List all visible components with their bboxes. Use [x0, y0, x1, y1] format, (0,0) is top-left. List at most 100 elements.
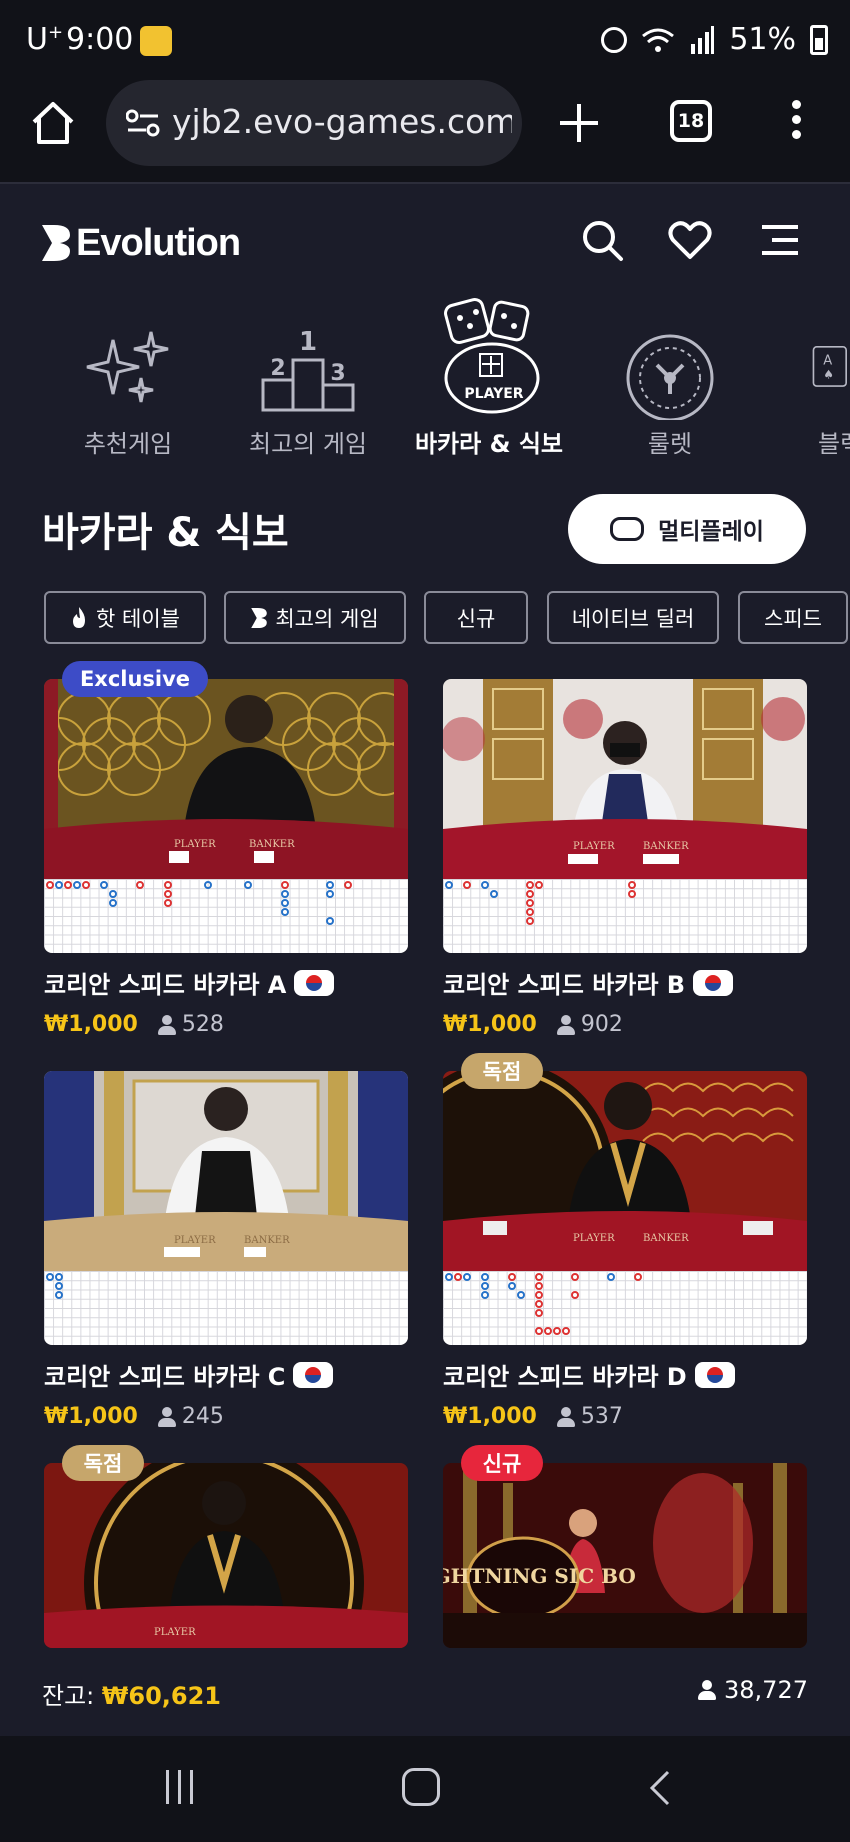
more-menu-icon[interactable] — [790, 100, 804, 146]
game-card-a[interactable]: PLAYER BANKER 코리안 스피드 바카라 A ₩1,000 528 — [44, 679, 408, 1037]
svg-text:PLAYER: PLAYER — [174, 839, 216, 850]
battery-percent: 51% — [729, 22, 796, 57]
category-label: 바카라 & 식보 — [414, 430, 564, 458]
game-player-count: 902 — [556, 1012, 623, 1037]
category-label: 룰렛 — [647, 430, 693, 458]
svg-text:PLAYER: PLAYER — [573, 841, 615, 852]
dice-player-icon: PLAYER — [444, 298, 540, 414]
category-recommended[interactable]: 추천게임 — [43, 290, 213, 459]
browser-toolbar: yjb2.evo-games.com 18 — [0, 80, 850, 184]
multiplay-icon — [610, 517, 645, 541]
category-label: 추천게임 — [83, 430, 173, 458]
site-settings-icon[interactable] — [126, 108, 160, 138]
category-top-games[interactable]: 1 2 3 최고의 게임 — [223, 290, 393, 459]
total-players: 38,727 — [698, 1676, 808, 1704]
home-icon[interactable] — [28, 98, 78, 148]
korea-flag-icon — [694, 1361, 735, 1388]
game-title[interactable]: 코리안 스피드 바카라 C — [44, 1357, 408, 1392]
person-icon — [157, 1014, 176, 1035]
dealer-scene: PLAYER BANKER — [443, 679, 807, 879]
game-meta: ₩1,000 245 — [44, 1404, 408, 1429]
chip-speed[interactable]: 스피드 — [738, 591, 848, 644]
multiplay-label: 멀티플레이 — [658, 519, 764, 545]
game-card-e[interactable]: PLAYER — [44, 1463, 408, 1648]
game-title[interactable]: 코리안 스피드 바카라 B — [443, 965, 807, 1000]
hamburger-menu-icon[interactable] — [760, 224, 800, 256]
roulette-icon — [626, 334, 714, 420]
game-player-count: 537 — [556, 1404, 623, 1429]
game-thumbnail[interactable]: PLAYER — [44, 1463, 408, 1648]
person-icon — [556, 1014, 575, 1035]
game-min-bet: ₩1,000 — [44, 1404, 138, 1429]
chip-label: 스피드 — [764, 606, 822, 631]
bead-road-board — [44, 879, 408, 953]
chip-hot-tables[interactable]: 핫 테이블 — [44, 591, 206, 644]
svg-text:BANKER: BANKER — [643, 841, 689, 852]
evolution-logo[interactable]: Evolution — [42, 218, 241, 268]
logo-text: Evolution — [76, 221, 241, 264]
chip-new[interactable]: 신규 — [424, 591, 528, 644]
game-meta: ₩1,000 528 — [44, 1012, 408, 1037]
game-min-bet: ₩1,000 — [44, 1012, 138, 1037]
chip-label: 네이티브 딜러 — [571, 606, 695, 631]
category-roulette[interactable]: 룰렛 — [585, 290, 755, 459]
game-title[interactable]: 코리안 스피드 바카라 A — [44, 965, 408, 1000]
game-card-f[interactable]: LIGHTNING SIC BO — [443, 1463, 807, 1648]
lightning-sicbo-scene: LIGHTNING SIC BO — [443, 1463, 807, 1648]
svg-text:1: 1 — [299, 327, 317, 357]
favorites-heart-icon[interactable] — [668, 220, 712, 260]
signal-icon — [691, 25, 715, 54]
recent-apps-icon[interactable] — [166, 1770, 200, 1804]
exclusive-badge: Exclusive — [62, 661, 208, 697]
tab-switcher-button[interactable]: 18 — [670, 100, 712, 142]
exclusive-badge: 독점 — [461, 1053, 543, 1089]
category-label: 블랙 — [818, 430, 850, 458]
chip-native-dealer[interactable]: 네이티브 딜러 — [547, 591, 719, 644]
chip-label: 신규 — [456, 606, 496, 631]
podium-icon: 1 2 3 — [261, 327, 355, 412]
new-tab-icon[interactable] — [556, 100, 602, 146]
clock: 9:00 — [66, 22, 134, 57]
dealer-scene: PLAYER BANKER — [44, 1071, 408, 1271]
dealer-scene: PLAYER BANKER — [443, 1071, 807, 1271]
balance-value: ₩60,621 — [101, 1682, 221, 1710]
carrier-label: U+ — [26, 22, 64, 57]
battery-icon — [810, 24, 828, 55]
person-icon — [556, 1406, 575, 1427]
url-text[interactable]: yjb2.evo-games.com — [172, 102, 512, 141]
wifi-icon — [642, 28, 675, 52]
chip-top-games[interactable]: 최고의 게임 — [224, 591, 406, 644]
balance-bar: 잔고: ₩60,621 38,727 — [0, 1648, 850, 1732]
evolution-mark-icon — [42, 225, 70, 261]
bead-road-board — [443, 1271, 807, 1345]
svg-text:BANKER: BANKER — [249, 839, 295, 850]
category-blackjack[interactable]: A ♠ 블랙 — [766, 290, 850, 459]
korea-flag-icon — [294, 969, 335, 996]
address-bar[interactable]: yjb2.evo-games.com — [106, 80, 522, 166]
game-card-d[interactable]: PLAYER BANKER 코리안 스피드 바카라 D ₩1,000 537 — [443, 1071, 807, 1429]
exclusive-badge: 독점 — [62, 1445, 144, 1481]
person-icon — [157, 1406, 176, 1427]
category-baccarat-sicbo[interactable]: PLAYER 바카라 & 식보 — [404, 290, 574, 459]
game-title[interactable]: 코리안 스피드 바카라 D — [443, 1357, 807, 1392]
korea-flag-icon — [293, 1361, 334, 1388]
svg-text:♠: ♠ — [823, 367, 834, 381]
game-meta: ₩1,000 537 — [443, 1404, 807, 1429]
search-icon[interactable] — [580, 218, 624, 262]
game-thumbnail[interactable]: PLAYER BANKER — [44, 1071, 408, 1345]
game-thumbnail[interactable]: PLAYER BANKER — [443, 679, 807, 953]
evolution-mark-icon — [251, 607, 268, 628]
sparkles-icon — [86, 331, 169, 403]
android-nav-bar — [0, 1736, 850, 1842]
filter-chips: 핫 테이블 최고의 게임 신규 네이티브 딜러 스피드 — [44, 591, 850, 644]
home-nav-icon[interactable] — [402, 1768, 440, 1806]
game-card-c[interactable]: PLAYER BANKER 코리안 스피드 바카라 C ₩1,000 245 — [44, 1071, 408, 1429]
multiplay-button[interactable]: 멀티플레이 — [568, 494, 806, 564]
game-thumbnail[interactable]: LIGHTNING SIC BO — [443, 1463, 807, 1648]
game-thumbnail[interactable]: PLAYER BANKER — [443, 1071, 807, 1345]
dealer-scene: PLAYER BANKER — [44, 679, 408, 879]
game-min-bet: ₩1,000 — [443, 1012, 537, 1037]
game-thumbnail[interactable]: PLAYER BANKER — [44, 679, 408, 953]
game-card-b[interactable]: PLAYER BANKER 코리안 스피드 바카라 B ₩1,000 902 — [443, 679, 807, 1037]
back-icon[interactable] — [640, 1768, 680, 1808]
